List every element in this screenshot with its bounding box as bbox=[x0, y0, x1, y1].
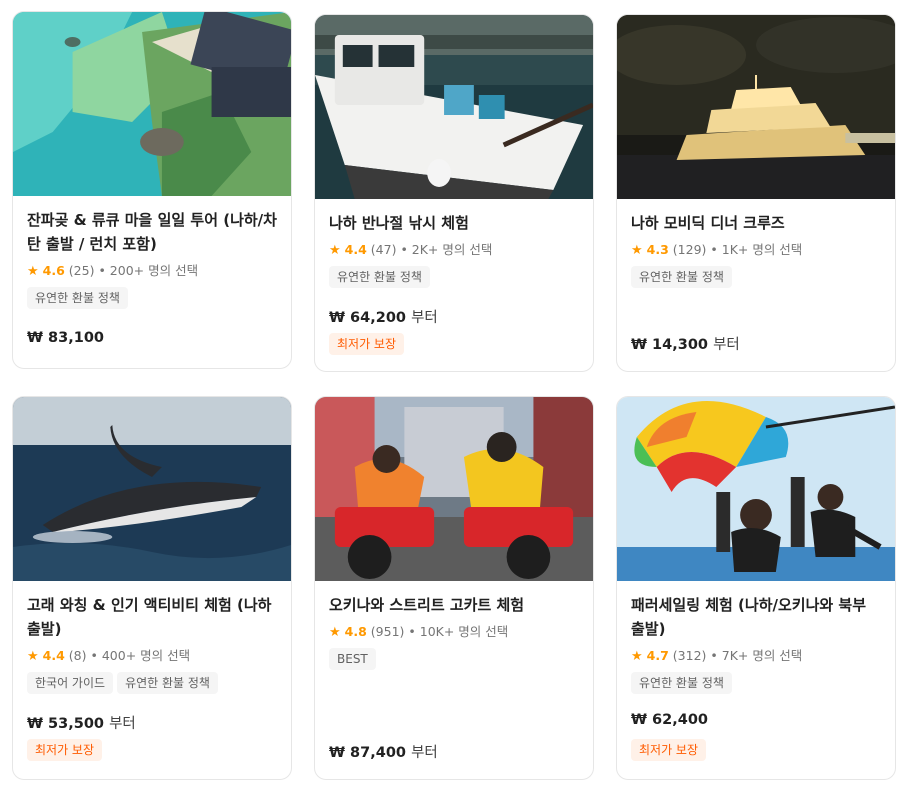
activity-title[interactable]: 고래 와칭 & 인기 액티비티 체험 (나하 출발) bbox=[27, 593, 277, 641]
star-icon: ★ bbox=[631, 243, 643, 258]
activity-photo-go-kart bbox=[315, 397, 593, 581]
price: ₩ 64,200 부터 bbox=[329, 306, 438, 327]
rating-value: 4.8 bbox=[344, 624, 367, 639]
activity-card[interactable]: 패러세일링 체험 (나하/오키나와 북부 출발) ★ 4.7 (312) • 7… bbox=[616, 396, 896, 780]
price: ₩ 87,400 부터 bbox=[329, 741, 438, 762]
activity-card[interactable]: 나하 반나절 낚시 체험 ★ 4.4 (47) • 2K+ 명의 선택 유연한 … bbox=[314, 14, 594, 372]
activity-title[interactable]: 오키나와 스트리트 고카트 체험 bbox=[329, 593, 579, 617]
price-suffix: 부터 bbox=[411, 745, 438, 761]
tag-badge: 유연한 환불 정책 bbox=[329, 266, 430, 288]
tag-badge: 유연한 환불 정책 bbox=[631, 266, 732, 288]
price-value: ₩ 62,400 bbox=[631, 712, 708, 728]
rating-row: ★ 4.6 (25) • 200+ 명의 선택 bbox=[27, 262, 277, 281]
activity-card[interactable]: 고래 와칭 & 인기 액티비티 체험 (나하 출발) ★ 4.4 (8) • 4… bbox=[12, 396, 292, 780]
activity-card[interactable]: 오키나와 스트리트 고카트 체험 ★ 4.8 (951) • 10K+ 명의 선… bbox=[314, 396, 594, 780]
rating-row: ★ 4.8 (951) • 10K+ 명의 선택 bbox=[329, 623, 579, 642]
price: ₩ 62,400 bbox=[631, 712, 708, 728]
price-suffix: 부터 bbox=[713, 337, 740, 353]
tag-list: 유연한 환불 정책 bbox=[27, 287, 277, 309]
activity-title[interactable]: 패러세일링 체험 (나하/오키나와 북부 출발) bbox=[631, 593, 881, 641]
price: ₩ 53,500 부터 bbox=[27, 712, 136, 733]
activity-photo-dinner-cruise bbox=[617, 15, 895, 199]
booked-count: • 400+ 명의 선택 bbox=[90, 648, 191, 663]
rating-row: ★ 4.4 (47) • 2K+ 명의 선택 bbox=[329, 241, 579, 260]
review-count: (25) bbox=[68, 263, 95, 278]
lowest-price-badge: 최저가 보장 bbox=[329, 333, 405, 355]
rating-row: ★ 4.3 (129) • 1K+ 명의 선택 bbox=[631, 241, 881, 260]
activity-photo-parasailing bbox=[617, 397, 895, 581]
review-count: (129) bbox=[672, 242, 707, 257]
activity-title[interactable]: 나하 모비딕 디너 크루즈 bbox=[631, 211, 881, 235]
activity-card[interactable]: 잔파곶 & 류큐 마을 일일 투어 (나하/차탄 출발 / 런치 포함) ★ 4… bbox=[12, 11, 292, 369]
price-suffix: 부터 bbox=[109, 716, 136, 732]
lowest-price-badge: 최저가 보장 bbox=[631, 739, 707, 761]
price-value: ₩ 53,500 bbox=[27, 716, 104, 732]
activity-title[interactable]: 잔파곶 & 류큐 마을 일일 투어 (나하/차탄 출발 / 런치 포함) bbox=[27, 208, 277, 256]
star-icon: ★ bbox=[329, 625, 341, 640]
tag-list: 유연한 환불 정책 bbox=[329, 266, 579, 288]
activity-photo-whale bbox=[13, 397, 291, 581]
price-value: ₩ 14,300 bbox=[631, 337, 708, 353]
tag-badge: 유연한 환불 정책 bbox=[27, 287, 128, 309]
rating-value: 4.4 bbox=[42, 648, 65, 663]
rating-value: 4.6 bbox=[42, 263, 65, 278]
review-count: (47) bbox=[370, 242, 397, 257]
rating-value: 4.3 bbox=[646, 242, 669, 257]
tag-list: 유연한 환불 정책 bbox=[631, 266, 881, 288]
tag-list: 한국어 가이드 유연한 환불 정책 bbox=[27, 672, 277, 694]
booked-count: • 200+ 명의 선택 bbox=[98, 263, 199, 278]
review-count: (312) bbox=[672, 648, 707, 663]
booked-count: • 2K+ 명의 선택 bbox=[400, 242, 493, 257]
activity-photo-fishing-boat bbox=[315, 15, 593, 199]
price: ₩ 14,300 부터 bbox=[631, 333, 740, 354]
activity-card[interactable]: 나하 모비딕 디너 크루즈 ★ 4.3 (129) • 1K+ 명의 선택 유연… bbox=[616, 14, 896, 372]
tag-list: BEST bbox=[329, 648, 579, 670]
activity-photo-cape-zanpa bbox=[13, 12, 291, 196]
star-icon: ★ bbox=[27, 649, 39, 664]
lowest-price-badge: 최저가 보장 bbox=[27, 739, 103, 761]
star-icon: ★ bbox=[27, 264, 39, 279]
price: ₩ 83,100 bbox=[27, 330, 104, 346]
best-badge: BEST bbox=[329, 648, 376, 670]
tag-badge: 한국어 가이드 bbox=[27, 672, 114, 694]
review-count: (951) bbox=[370, 624, 405, 639]
price-value: ₩ 64,200 bbox=[329, 310, 406, 326]
rating-row: ★ 4.4 (8) • 400+ 명의 선택 bbox=[27, 647, 277, 666]
rating-value: 4.7 bbox=[646, 648, 669, 663]
rating-row: ★ 4.7 (312) • 7K+ 명의 선택 bbox=[631, 647, 881, 666]
tag-badge: 유연한 환불 정책 bbox=[631, 672, 732, 694]
star-icon: ★ bbox=[329, 243, 341, 258]
star-icon: ★ bbox=[631, 649, 643, 664]
booked-count: • 7K+ 명의 선택 bbox=[710, 648, 803, 663]
price-suffix: 부터 bbox=[411, 310, 438, 326]
price-value: ₩ 87,400 bbox=[329, 745, 406, 761]
price-value: ₩ 83,100 bbox=[27, 330, 104, 346]
booked-count: • 10K+ 명의 선택 bbox=[408, 624, 509, 639]
activity-title[interactable]: 나하 반나절 낚시 체험 bbox=[329, 211, 579, 235]
tag-badge: 유연한 환불 정책 bbox=[117, 672, 218, 694]
tag-list: 유연한 환불 정책 bbox=[631, 672, 881, 694]
rating-value: 4.4 bbox=[344, 242, 367, 257]
review-count: (8) bbox=[68, 648, 87, 663]
booked-count: • 1K+ 명의 선택 bbox=[710, 242, 803, 257]
